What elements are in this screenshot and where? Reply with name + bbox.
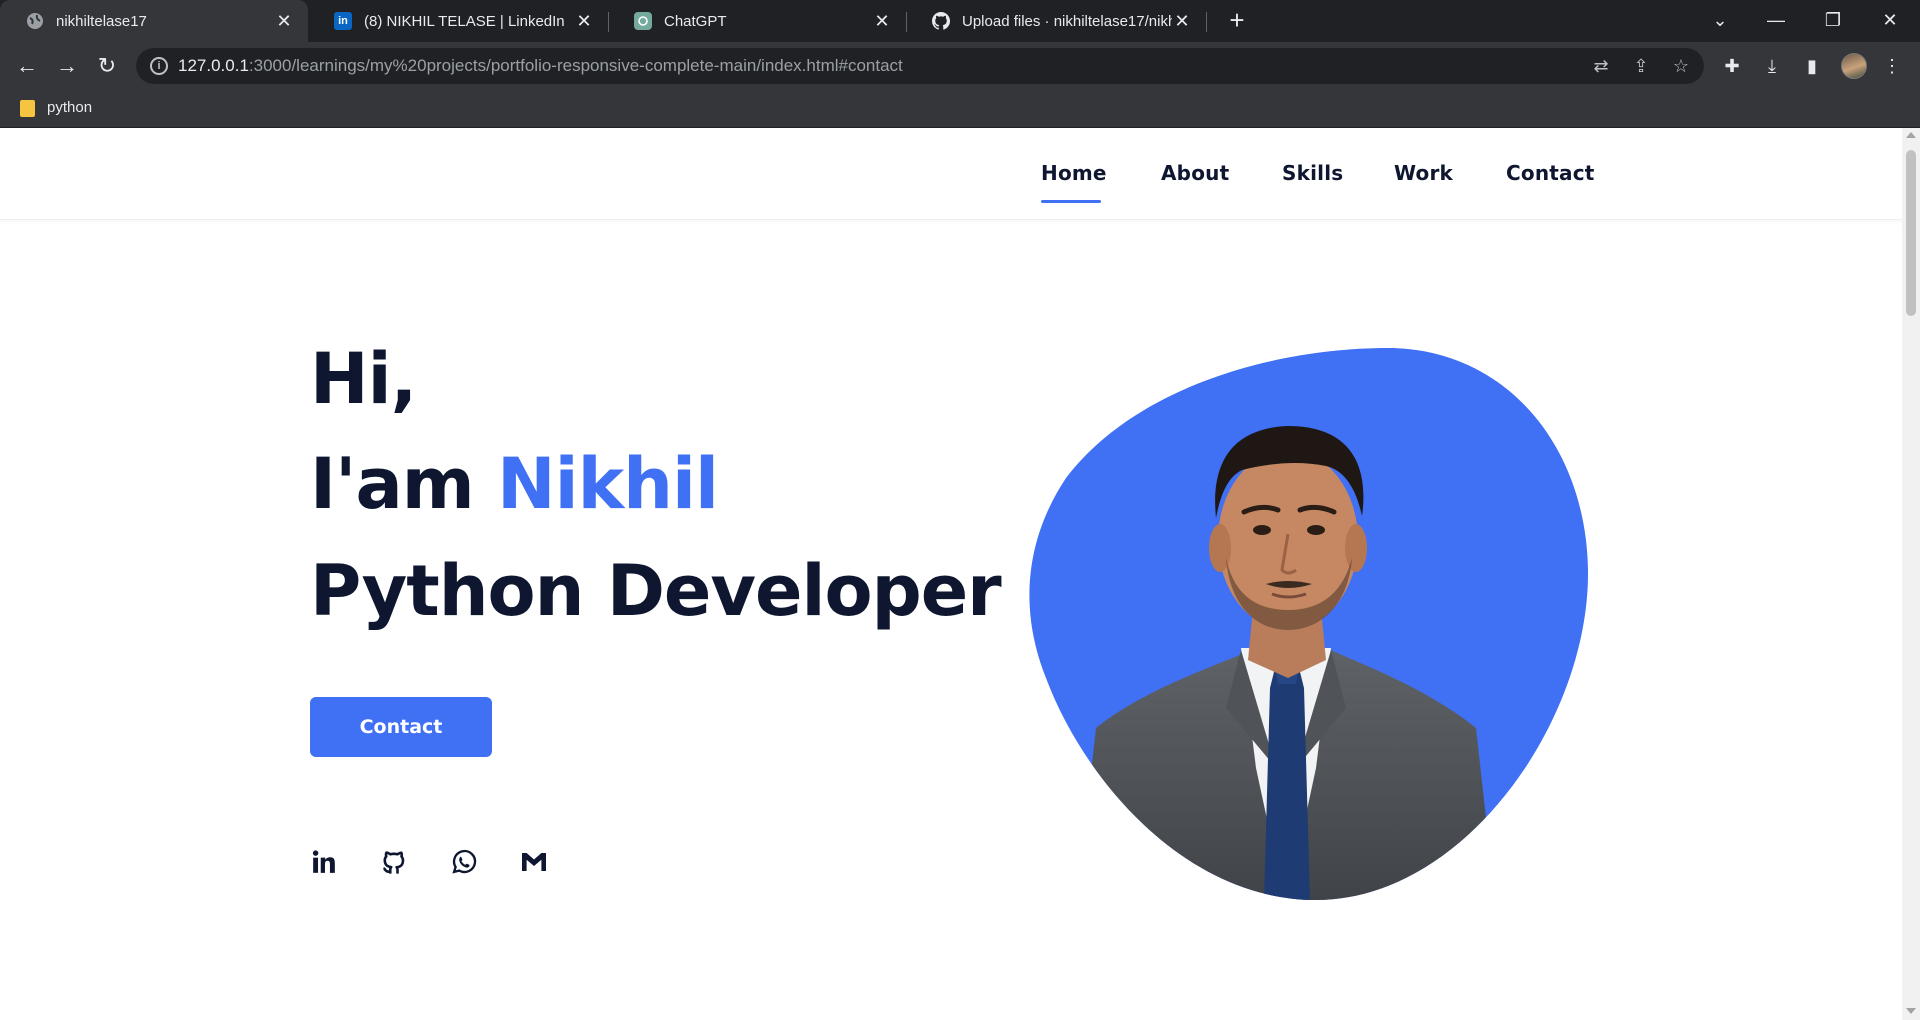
close-icon[interactable]: ✕ [274,11,294,32]
translate-icon[interactable]: ⇄ [1590,55,1612,77]
tab-linkedin[interactable]: in (8) NIKHIL TELASE | LinkedIn ✕ [308,0,608,42]
tab-search-icon[interactable]: ⌄ [1700,4,1740,36]
page-viewport: Home About Skills Work Contact Hi, I'am … [0,128,1902,1020]
nav-work[interactable]: Work [1394,161,1453,185]
hero-intro-prefix: I'am [310,443,498,525]
close-icon[interactable]: ✕ [1172,11,1192,32]
nav-about[interactable]: About [1161,161,1229,185]
tab-title: (8) NIKHIL TELASE | LinkedIn [364,12,565,30]
close-icon[interactable]: ✕ [574,11,594,32]
hero-name: Nikhil [497,443,719,525]
hero-greeting: Hi, [310,338,417,420]
tab-nikhiltelase17[interactable]: nikhiltelase17 ✕ [0,0,308,42]
globe-icon [26,12,44,30]
reload-icon[interactable]: ↻ [91,50,123,82]
browser-tab-bar: nikhiltelase17 ✕ in (8) NIKHIL TELASE | … [0,0,1920,42]
profile-avatar[interactable] [1841,53,1867,79]
scroll-thumb[interactable] [1906,150,1916,316]
nav-home[interactable]: Home [1041,161,1107,185]
back-icon[interactable]: ← [11,50,43,82]
close-icon[interactable]: ✕ [872,11,892,32]
hero-blob [1029,348,1589,900]
browser-toolbar: ← → ↻ i 127.0.0.1:3000/learnings/my%20pr… [0,42,1920,90]
url-text[interactable]: 127.0.0.1:3000/learnings/my%20projects/p… [178,56,903,76]
side-panel-icon[interactable]: ▮ [1800,54,1824,78]
url-path: :3000/learnings/my%20projects/portfolio-… [248,56,903,75]
address-bar[interactable]: i 127.0.0.1:3000/learnings/my%20projects… [136,48,1704,84]
active-nav-indicator [1041,200,1101,203]
tab-chatgpt[interactable]: ChatGPT ✕ [608,0,906,42]
tab-separator [1206,12,1207,32]
github-icon [932,12,950,30]
close-window-icon[interactable]: ✕ [1870,4,1910,36]
chatgpt-icon [634,12,652,30]
tab-title: Upload files · nikhiltelase17/nikhi [962,12,1172,30]
scroll-up-icon[interactable] [1906,132,1916,138]
url-host: 127.0.0.1 [178,56,249,75]
minimize-icon[interactable]: — [1756,4,1796,36]
bookmark-star-icon[interactable]: ☆ [1670,55,1692,77]
bookmark-python[interactable]: python [47,99,92,116]
site-info-icon[interactable]: i [150,57,168,75]
linkedin-icon: in [334,12,352,30]
menu-kebab-icon[interactable]: ⋮ [1880,54,1904,78]
tab-title: nikhiltelase17 [56,12,147,30]
site-header: Home About Skills Work Contact [0,128,1902,220]
share-icon[interactable]: ⇪ [1630,55,1652,77]
tab-title: ChatGPT [664,12,727,30]
tab-github-upload[interactable]: Upload files · nikhiltelase17/nikhi ✕ [906,0,1206,42]
hero-role: Python Developer [310,550,1002,632]
download-icon[interactable]: ⤓ [1760,54,1784,78]
page-scrollbar[interactable] [1902,128,1920,1020]
nav-contact[interactable]: Contact [1506,161,1595,185]
contact-button[interactable]: Contact [310,697,492,757]
scroll-down-icon[interactable] [1906,1008,1916,1014]
forward-icon[interactable]: → [51,50,83,82]
linkedin-icon[interactable] [308,846,340,878]
nav-skills[interactable]: Skills [1282,161,1343,185]
folder-icon [20,100,35,117]
extensions-icon[interactable]: ✚ [1720,54,1744,78]
bookmarks-bar: python [0,90,1920,128]
whatsapp-icon[interactable] [448,846,480,878]
hero-intro: I'am Nikhil [310,443,719,525]
new-tab-button[interactable]: + [1222,6,1252,36]
restore-icon[interactable]: ❐ [1813,4,1853,36]
gmail-icon[interactable] [518,846,550,878]
github-icon[interactable] [378,846,410,878]
